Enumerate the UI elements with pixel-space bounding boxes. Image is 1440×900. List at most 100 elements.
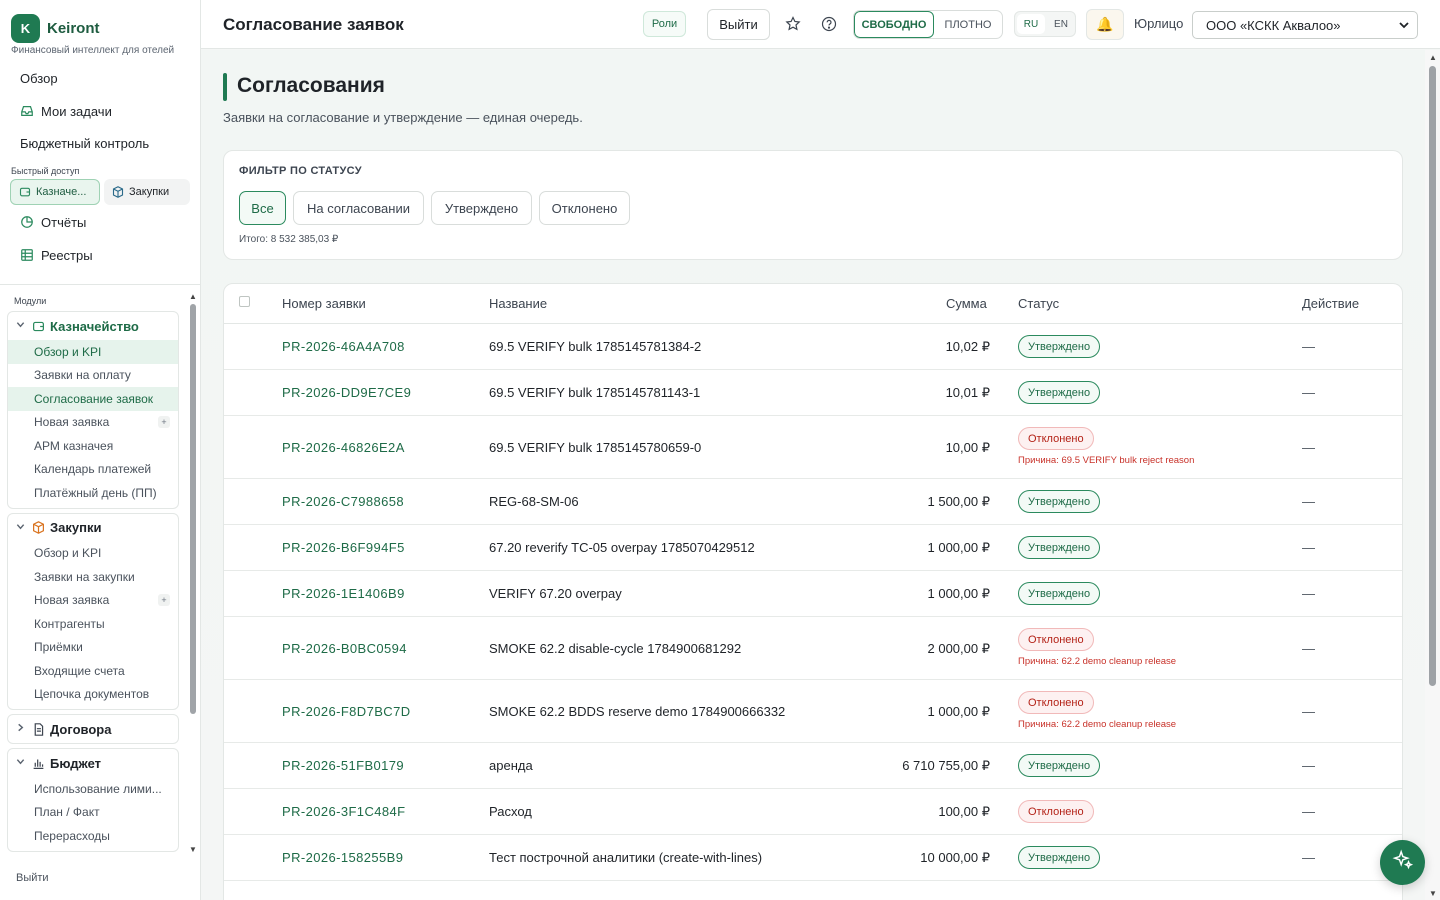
select-all-checkbox[interactable] [239,296,250,307]
entity-select[interactable]: ООО «КСКК Аквалоо» [1192,11,1418,39]
roles-button[interactable]: Роли [643,11,686,37]
table-row[interactable]: PR-2026-46826E2A 69.5 VERIFY bulk 1785145… [224,416,1402,479]
request-amount: 10 000,00 ₽ [920,850,990,865]
nav-registries-label: Реестры [41,247,93,263]
scroll-up-icon[interactable]: ▲ [189,292,197,301]
request-number-link[interactable]: PR-2026-F8D7BC7D [282,704,411,719]
request-number-link[interactable]: PR-2026-B6F994F5 [282,540,405,555]
nav-registries[interactable]: Реестры [10,240,190,270]
module-header[interactable]: Договора [8,715,178,743]
module-item-label: Перерасходы [34,828,110,843]
header-name[interactable]: Название [489,296,547,311]
main-content: Согласования Заявки на согласование и ут… [201,50,1425,900]
module-item[interactable]: Цепочка документов [8,683,178,707]
filter-total: Итого: 8 532 385,03 ₽ [239,234,339,245]
module-item-label: Новая заявка [34,593,110,608]
request-number-link[interactable]: PR-2026-158255B9 [282,850,403,865]
ai-assistant-button[interactable] [1380,840,1425,885]
module-item[interactable]: Входящие счета [8,659,178,683]
table-row[interactable]: PR-2026-51FB0179 аренда 6 710 755,00 ₽ Утве… [224,743,1402,789]
module-item[interactable]: Согласование заявок [8,387,178,411]
module-item[interactable]: Календарь платежей [8,458,178,482]
filter-rejected-button[interactable]: Отклонено [539,191,630,225]
request-number-link[interactable]: PR-2026-3F1C484F [282,804,405,819]
request-number-link[interactable]: PR-2026-46826E2A [282,440,405,455]
module-item[interactable]: Платёжный день (ПП) [8,481,178,505]
topbar: Согласование заявок Роли Выйти СВОБОДНО … [201,0,1440,49]
density-dense-option[interactable]: ПЛОТНО [934,11,1002,38]
module-item[interactable]: Контрагенты [8,612,178,636]
table-row[interactable]: PR-2026-46A4A708 69.5 VERIFY bulk 1785145… [224,324,1402,370]
scroll-up-icon[interactable]: ▲ [1429,53,1437,62]
request-number-link[interactable]: PR-2026-DD9E7CE9 [282,385,411,400]
sidebar-scrollbar[interactable]: ▲ ▼ [189,292,197,854]
module-item[interactable]: Обзор и KPI [8,542,178,566]
request-number-link[interactable]: PR-2026-46A4A708 [282,339,405,354]
quick-treasury[interactable]: Казначе... [10,179,100,205]
table-row[interactable]: PR-2026-DD9E7CE9 69.5 VERIFY bulk 1785145… [224,370,1402,416]
sidebar-divider [0,284,201,285]
request-number-link[interactable]: PR-2026-C7988658 [282,494,404,509]
header-amount[interactable]: Сумма [946,296,987,311]
language-toggle[interactable]: RU EN [1014,11,1076,37]
module-item[interactable]: Приёмки [8,636,178,660]
module-item[interactable]: План / Факт [8,801,178,825]
module-item[interactable]: Обзор и KPI [8,340,178,364]
lang-en-option[interactable]: EN [1047,12,1075,36]
table-row[interactable]: PR-2026-3F1C484F Расход 100,00 ₽ Отклонено — [224,789,1402,835]
request-amount: 10,01 ₽ [945,385,990,400]
main-scrollbar[interactable]: ▲ ▼ [1425,50,1440,900]
filter-pending-button[interactable]: На согласовании [293,191,424,225]
density-loose-option[interactable]: СВОБОДНО [854,11,934,38]
request-number-link[interactable]: PR-2026-B0BC0594 [282,641,407,656]
status-badge: Утверждено [1018,582,1101,605]
table-row[interactable]: PR-2026-158255B9 Тест построчной аналитик… [224,835,1402,881]
module-item[interactable]: Заявки на оплату [8,364,178,388]
main-scroll-thumb[interactable] [1429,66,1436,686]
lang-ru-option[interactable]: RU [1017,14,1045,34]
sidebar-logout-link[interactable]: Выйти [16,872,49,884]
bell-icon[interactable]: 🔔 [1086,9,1124,40]
request-number-link[interactable]: PR-2026-1E1406B9 [282,586,405,601]
plus-icon[interactable]: + [158,416,170,429]
nav-my-tasks[interactable]: Мои задачи [10,96,190,126]
module-header[interactable]: Бюджет [8,749,178,777]
table-row[interactable]: PR-2026-F8D7BC7D SMOKE 62.2 BDDS reserve … [224,680,1402,743]
quick-purchases[interactable]: Закупки [104,179,190,205]
module-item[interactable]: Новая заявка + [8,411,178,435]
status-badge: Отклонено [1018,691,1094,714]
scroll-down-icon[interactable]: ▼ [189,845,197,854]
module-item[interactable]: АРМ казначея [8,434,178,458]
requests-table: Номер заявки Название Сумма Статус Дейст… [223,283,1403,900]
reject-reason: Причина: 69.5 VERIFY bulk reject reason [1018,455,1195,466]
brand[interactable]: K Keiront [11,14,100,43]
density-toggle[interactable]: СВОБОДНО ПЛОТНО [853,10,1003,39]
module-item[interactable]: Заявки на закупки [8,565,178,589]
module-item[interactable]: Использование лими... [8,777,178,801]
module-header[interactable]: Казначейство [8,312,178,340]
request-number-link[interactable]: PR-2026-51FB0179 [282,758,404,773]
sidebar-scroll-thumb[interactable] [190,304,196,714]
header-status[interactable]: Статус [1018,296,1059,311]
star-icon[interactable] [785,16,801,32]
reject-reason: Причина: 62.2 demo cleanup release [1018,656,1177,667]
module-header[interactable]: Закупки [8,514,178,542]
modules-list[interactable]: Казначейство Обзор и KPI Заявки на оплату С… [7,311,179,859]
exit-button[interactable]: Выйти [707,9,770,40]
plus-icon[interactable]: + [158,594,170,607]
module-item[interactable]: Перерасходы [8,824,178,848]
filter-approved-button[interactable]: Утверждено [431,191,532,225]
scroll-down-icon[interactable]: ▼ [1429,889,1437,898]
module-item[interactable]: Новая заявка + [8,589,178,613]
table-row[interactable]: PR-2026-C7988658 REG-68-SM-06 1 500,00 ₽ Ут… [224,479,1402,525]
table-row[interactable]: PR-2026-B6F994F5 67.20 reverify TC-05 ove… [224,525,1402,571]
help-icon[interactable] [821,16,837,32]
nav-budget-control[interactable]: Бюджетный контроль [10,128,190,158]
filter-all-button[interactable]: Все [239,191,286,225]
nav-reports[interactable]: Отчёты [10,207,190,237]
header-number[interactable]: Номер заявки [282,296,366,311]
table-row[interactable]: PR-2026-B0BC0594 SMOKE 62.2 disable-cycle… [224,617,1402,680]
table-row[interactable]: PR-2026-1E1406B9 VERIFY 67.20 overpay 1 00… [224,571,1402,617]
wallet-icon [19,186,31,198]
nav-overview[interactable]: Обзор [10,63,190,93]
